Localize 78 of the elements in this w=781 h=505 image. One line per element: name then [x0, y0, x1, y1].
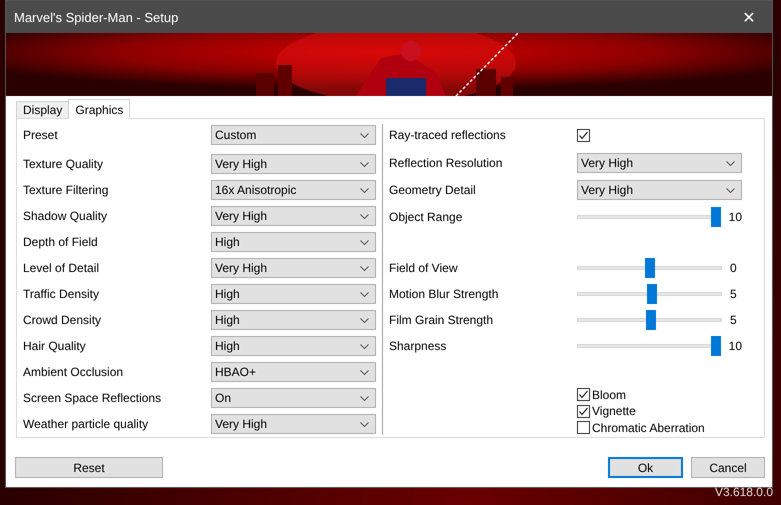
setting-label: Hair Quality — [23, 339, 87, 353]
slider-value: 10 — [728, 339, 742, 353]
caret-icon — [360, 188, 369, 192]
slider[interactable] — [577, 284, 722, 304]
setting-label: Geometry Detail — [389, 183, 477, 197]
dropdown[interactable]: 16x Anisotropic — [211, 180, 376, 200]
caret-icon — [360, 162, 369, 166]
slider-value: 5 — [730, 313, 737, 327]
caret-icon — [360, 318, 369, 322]
close-button[interactable]: ✕ — [726, 1, 772, 33]
slider-thumb[interactable] — [710, 336, 721, 356]
dropdown[interactable]: High — [211, 284, 376, 304]
checkbox[interactable] — [577, 421, 590, 434]
caret-icon — [360, 132, 369, 138]
caret-icon — [360, 396, 369, 400]
setting-label: Motion Blur Strength — [389, 287, 500, 301]
setting-label: Field of View — [389, 261, 458, 275]
setting-label: Screen Space Reflections — [23, 391, 162, 405]
setting-label: Level of Detail — [23, 261, 100, 275]
tab[interactable]: Graphics — [68, 99, 130, 119]
slider-thumb[interactable] — [644, 258, 654, 278]
dropdown[interactable]: Very High — [211, 258, 376, 278]
dropdown[interactable]: Very High — [211, 154, 376, 174]
setting-label: Ambient Occlusion — [23, 365, 124, 379]
dropdown[interactable]: Very High — [577, 153, 742, 173]
slider-thumb[interactable] — [646, 310, 656, 330]
dropdown[interactable]: High — [211, 336, 376, 356]
caret-icon — [726, 188, 735, 192]
ok-button[interactable]: Ok — [608, 457, 683, 478]
setting-label: Preset — [23, 128, 59, 142]
setting-label: Reflection Resolution — [389, 156, 504, 170]
slider[interactable] — [577, 258, 722, 278]
setting-label: Texture Filtering — [23, 183, 110, 197]
dropdown[interactable]: On — [211, 388, 376, 408]
dropdown[interactable]: Custom — [211, 125, 376, 145]
slider-value: 5 — [730, 287, 737, 301]
setting-label: Weather particle quality — [23, 417, 150, 431]
caret-icon — [360, 292, 369, 296]
setting-label: Depth of Field — [23, 235, 99, 249]
slider[interactable] — [577, 336, 721, 356]
slider[interactable] — [577, 207, 721, 227]
slider-thumb[interactable] — [647, 284, 658, 304]
dropdown[interactable]: Very High — [211, 206, 376, 226]
caret-icon — [360, 422, 369, 426]
caret-icon — [360, 214, 369, 218]
dropdown[interactable]: HBAO+ — [211, 362, 376, 382]
slider-value: 0 — [730, 261, 737, 275]
caret-icon — [360, 266, 369, 270]
dropdown[interactable]: High — [211, 232, 376, 252]
setting-label: Sharpness — [389, 339, 448, 353]
caret-icon — [360, 240, 369, 244]
setting-label: Traffic Density — [23, 287, 100, 301]
caret-icon — [360, 370, 369, 374]
version-label: V3.618.0.0 — [714, 485, 773, 499]
slider[interactable] — [577, 310, 722, 330]
setting-label: Ray-traced reflections — [389, 128, 507, 142]
setting-label: Texture Quality — [23, 157, 104, 171]
slider-thumb[interactable] — [710, 207, 721, 227]
dropdown[interactable]: Very High — [211, 414, 376, 434]
checkbox[interactable] — [577, 388, 590, 402]
checkbox-label: Bloom — [592, 388, 626, 402]
slider-value: 10 — [728, 210, 742, 224]
checkbox[interactable] — [577, 404, 590, 418]
checkbox[interactable] — [577, 128, 590, 142]
dropdown[interactable]: Very High — [577, 180, 742, 200]
window-title: Marvel's Spider-Man - Setup — [14, 10, 178, 24]
setting-label: Object Range — [389, 210, 464, 224]
checkbox-label: Chromatic Aberration — [592, 420, 705, 435]
setting-label: Crowd Density — [23, 313, 102, 327]
caret-icon — [726, 160, 735, 166]
cancel-button[interactable]: Cancel — [691, 457, 765, 478]
setting-label: Film Grain Strength — [389, 313, 494, 327]
reset-button[interactable]: Reset — [15, 457, 163, 478]
tab[interactable]: Display — [16, 101, 70, 118]
checkbox-label: Vignette — [592, 404, 636, 418]
dropdown[interactable]: High — [211, 310, 376, 330]
setting-label: Shadow Quality — [23, 209, 108, 223]
caret-icon — [360, 344, 369, 348]
